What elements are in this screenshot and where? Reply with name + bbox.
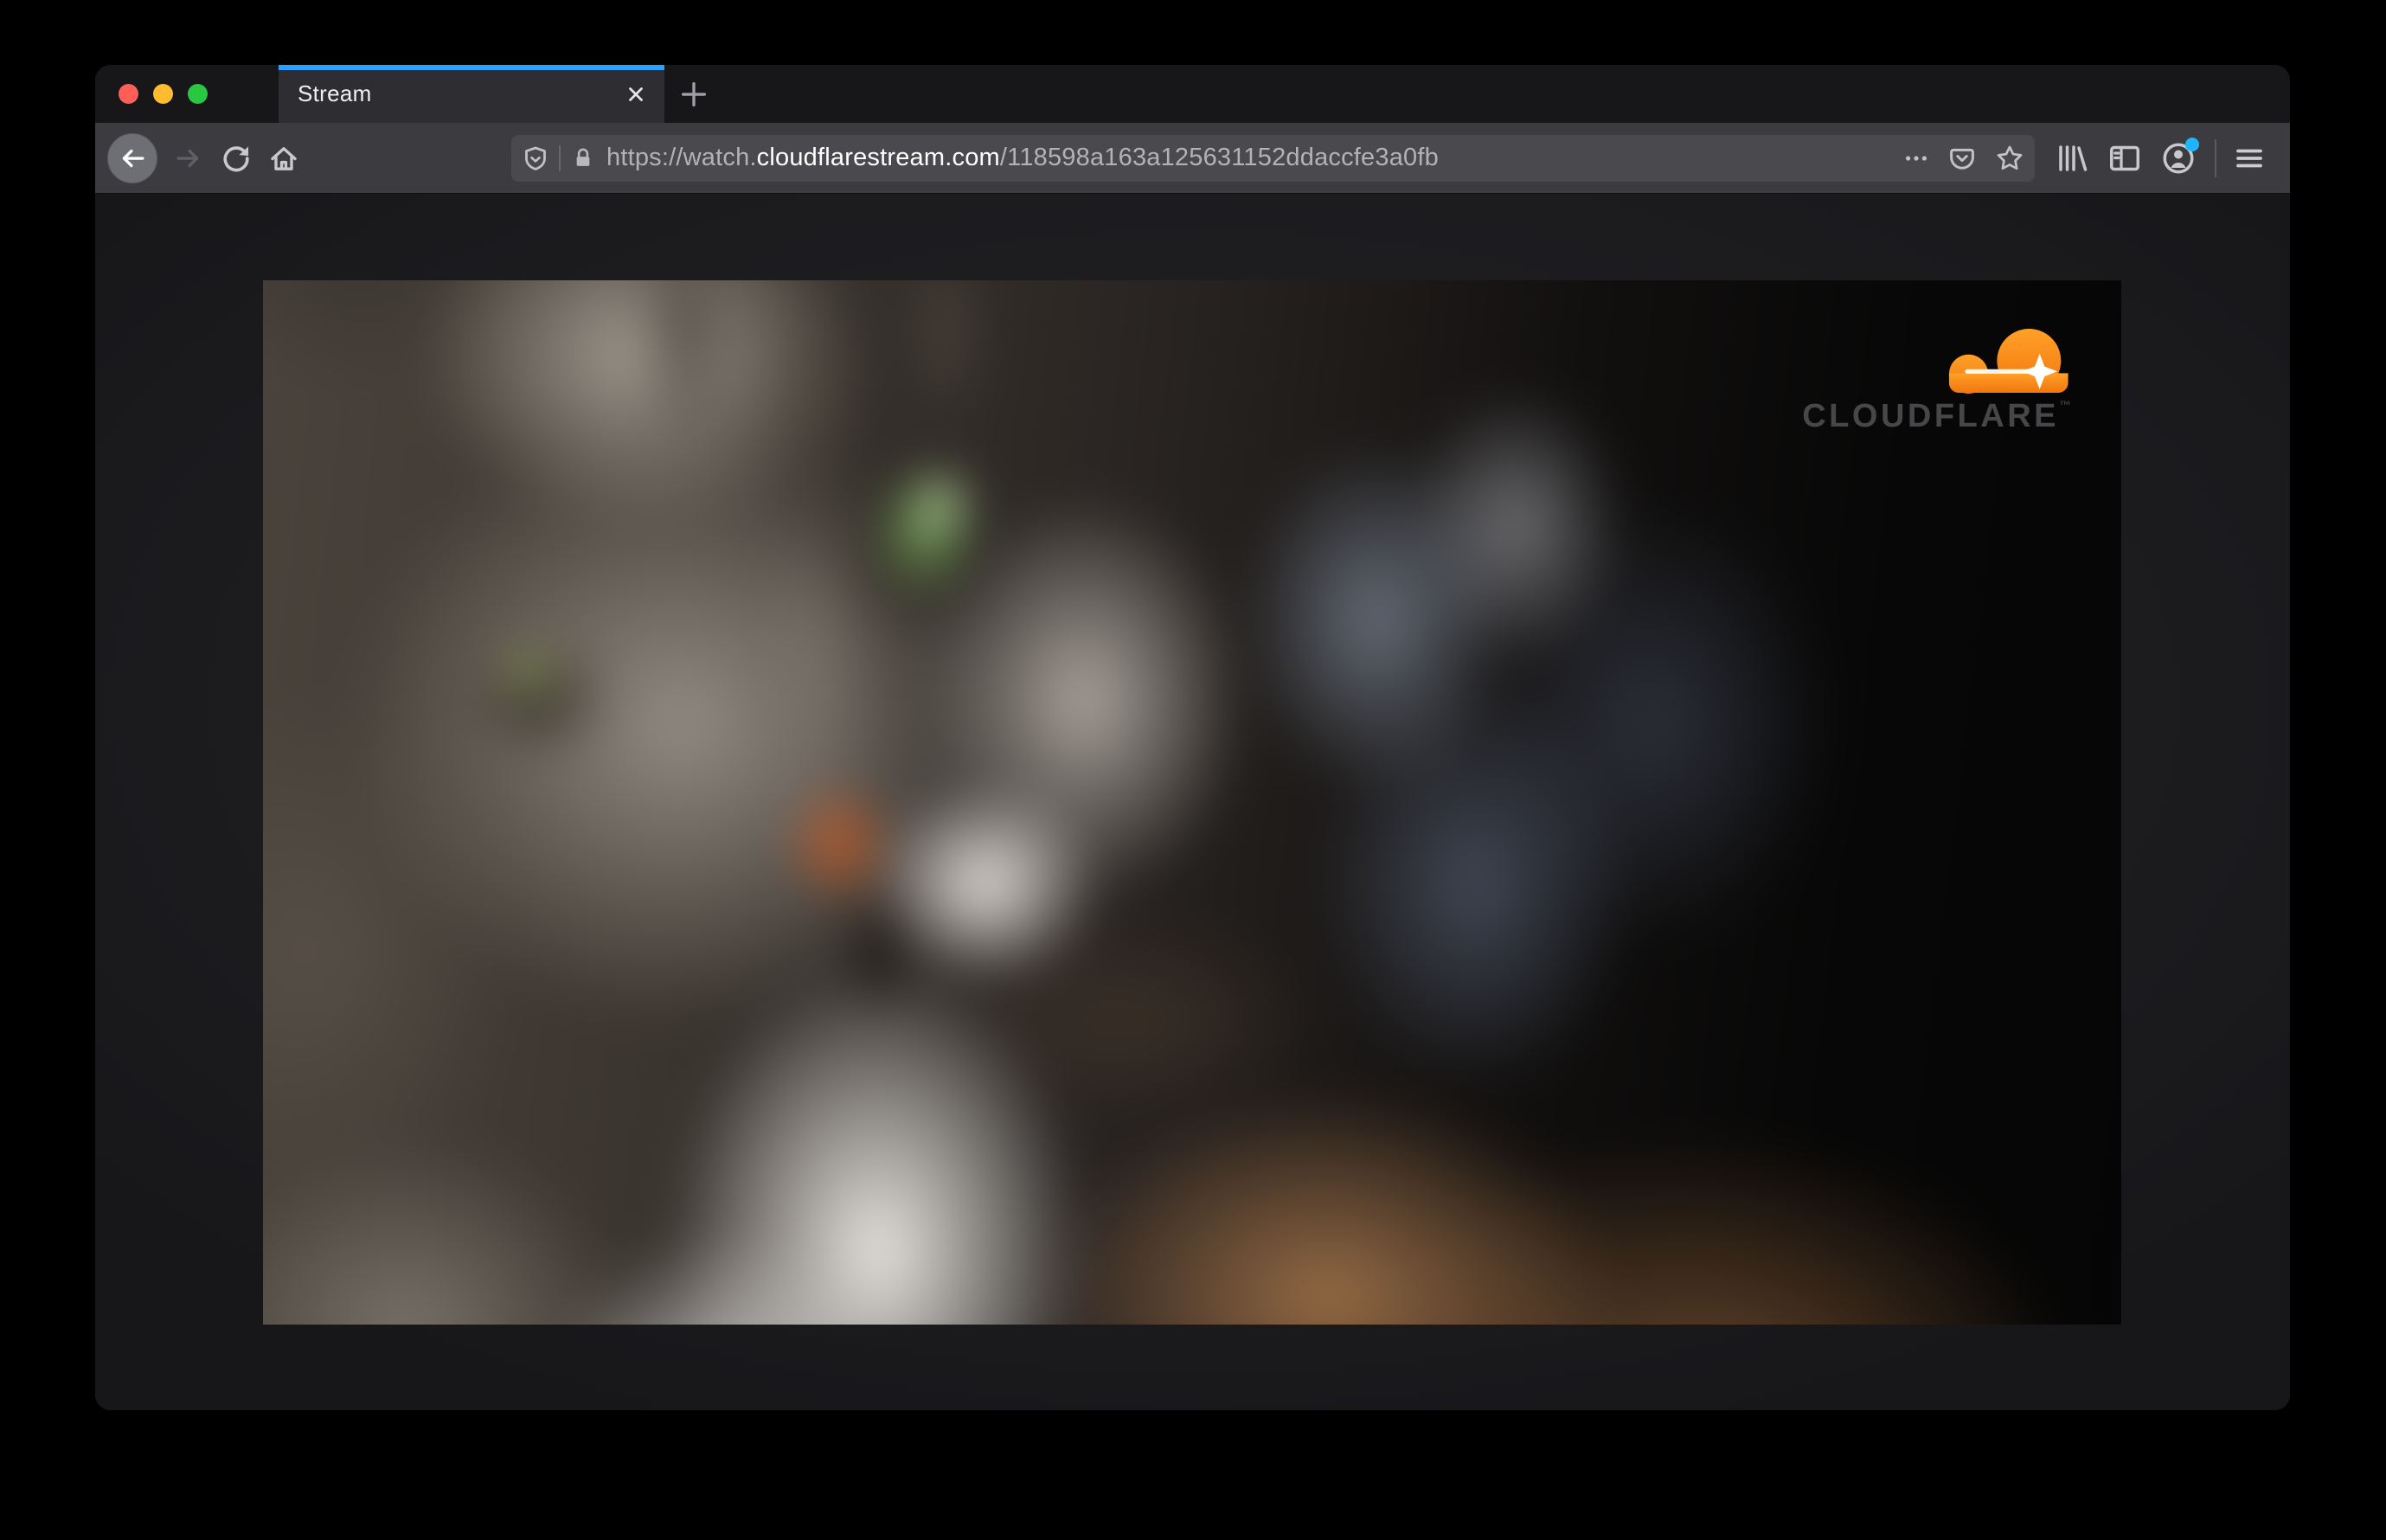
reload-button[interactable] xyxy=(221,144,251,173)
cloudflare-cloud-icon xyxy=(1948,329,2069,394)
bookmark-star-icon[interactable] xyxy=(1995,144,2024,173)
url-path: /118598a163a125631152ddaccfe3a0fb xyxy=(999,144,1439,171)
video-frame-cat xyxy=(263,280,2121,1325)
back-button[interactable] xyxy=(107,132,157,183)
browser-window: Stream https://watch.cloudflarestream.co… xyxy=(95,65,2290,1410)
url-text: https://watch.cloudflarestream.com/11859… xyxy=(606,144,1439,172)
reload-icon xyxy=(221,144,251,173)
home-button[interactable] xyxy=(268,143,299,174)
account-button[interactable] xyxy=(2159,137,2199,177)
tracking-protection-shield-icon[interactable] xyxy=(523,145,548,171)
pocket-icon[interactable] xyxy=(1948,144,1976,172)
tab-stream[interactable]: Stream xyxy=(279,65,664,123)
video-player[interactable]: CLOUDFLARE™ xyxy=(263,280,2121,1325)
page-actions-ellipsis-icon[interactable] xyxy=(1903,145,1929,171)
urlbar-divider xyxy=(559,144,561,171)
home-icon xyxy=(268,143,299,174)
url-domain: cloudflarestream.com xyxy=(756,144,1000,171)
zoom-window-button[interactable] xyxy=(188,84,208,104)
navigation-toolbar: https://watch.cloudflarestream.com/11859… xyxy=(95,123,2290,194)
account-notification-dot xyxy=(2185,137,2199,151)
trademark-symbol: ™ xyxy=(2059,398,2071,412)
address-bar[interactable]: https://watch.cloudflarestream.com/11859… xyxy=(511,134,2035,182)
close-window-button[interactable] xyxy=(119,84,138,104)
cloudflare-text: CLOUDFLARE xyxy=(1802,398,2059,434)
page-content: CLOUDFLARE™ xyxy=(95,194,2290,1410)
sidebar-icon xyxy=(2107,141,2142,176)
minimize-window-button[interactable] xyxy=(153,84,173,104)
url-prefix: https://watch. xyxy=(606,144,757,171)
new-tab-icon xyxy=(678,79,709,110)
cloudflare-wordmark: CLOUDFLARE™ xyxy=(1793,398,2071,435)
lock-icon[interactable] xyxy=(571,146,595,170)
forward-button[interactable] xyxy=(173,143,204,174)
library-button[interactable] xyxy=(2054,141,2088,176)
tab-close-icon[interactable] xyxy=(621,80,651,109)
toolbar-divider xyxy=(2215,138,2216,177)
sidebar-button[interactable] xyxy=(2107,141,2142,176)
library-icon xyxy=(2054,141,2088,176)
tab-title: Stream xyxy=(298,80,372,106)
new-tab-button[interactable] xyxy=(673,74,715,115)
titlebar: Stream xyxy=(95,65,2290,123)
back-arrow-icon xyxy=(117,143,148,174)
hamburger-menu-icon xyxy=(2232,141,2267,176)
cloudflare-logo: CLOUDFLARE™ xyxy=(1793,329,2071,435)
forward-arrow-icon xyxy=(173,143,204,174)
window-controls xyxy=(119,65,208,123)
menu-button[interactable] xyxy=(2232,141,2267,176)
